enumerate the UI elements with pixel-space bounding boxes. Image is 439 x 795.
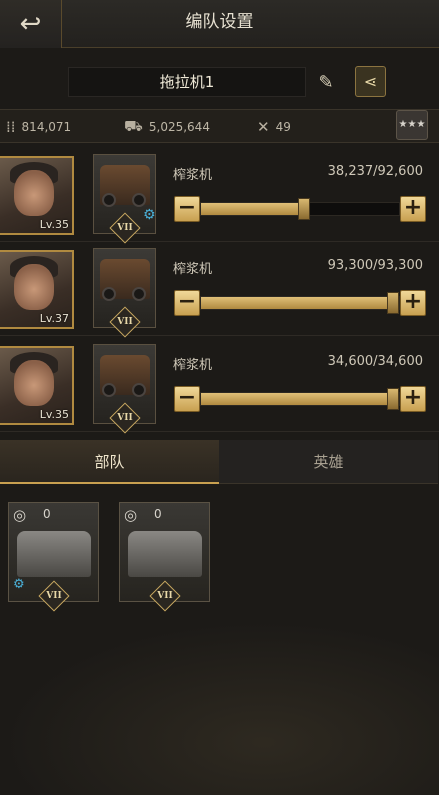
bullets-icon: ⁞⁞ [6, 118, 16, 136]
hero-level: Lv.37 [39, 312, 69, 325]
wheel [102, 383, 116, 397]
troop-card[interactable]: ◎ 0 ⚙ VII [8, 502, 99, 612]
hero-level: Lv.35 [39, 408, 69, 421]
truck-image [128, 531, 202, 577]
slider-handle[interactable] [387, 388, 399, 410]
slider-track[interactable] [200, 292, 400, 314]
hero-portrait[interactable]: Lv.35 [0, 346, 74, 425]
page-title: 编队设置 [185, 12, 254, 32]
truck-image [17, 531, 91, 577]
troop-slider[interactable]: − + [174, 386, 426, 412]
slider-track[interactable] [200, 198, 400, 220]
increase-button[interactable]: + [400, 290, 426, 316]
wheel [132, 193, 146, 207]
hero-face [14, 264, 54, 310]
slider-handle[interactable] [297, 198, 310, 220]
truck-icon: ⛟ [124, 117, 143, 135]
back-button[interactable]: ↩ [0, 0, 62, 48]
formation-name-field[interactable]: 拖拉机1 [68, 67, 306, 97]
rank-badge: VII [108, 402, 141, 434]
increase-button[interactable]: + [400, 196, 426, 222]
slider-fill [201, 297, 399, 309]
rank-label: VII [116, 317, 133, 327]
repair-value: 49 [275, 120, 291, 134]
troop-count: 0 [43, 507, 51, 521]
share-icon: ⋖ [363, 72, 378, 91]
gear-icon: ⚙ [143, 207, 156, 223]
ammo-stat: ⁞⁞ 814,071 [6, 110, 71, 144]
decrease-button[interactable]: − [174, 386, 200, 412]
rank-badge: VII [148, 580, 181, 612]
troop-slider[interactable]: − + [174, 196, 426, 222]
header-bar: ↩ 编队设置 [0, 0, 439, 48]
slider-fill [201, 393, 399, 405]
gear-icon: ⚙ [13, 577, 25, 592]
wrench-icon: ✕ [257, 118, 270, 136]
unit-count: 93,300/93,300 [327, 258, 423, 273]
wheel [132, 383, 146, 397]
stars-icon: ★★★ [398, 119, 426, 130]
hero-face [14, 360, 54, 406]
increase-button[interactable]: + [400, 386, 426, 412]
wheel [132, 287, 146, 301]
rank-label: VII [45, 591, 62, 601]
vehicle-card[interactable]: VII [93, 248, 156, 338]
unit-count: 34,600/34,600 [327, 354, 423, 369]
troop-card[interactable]: ◎ 0 VII [119, 502, 210, 612]
ammo-value: 814,071 [21, 120, 72, 134]
tab-bar: 部队 英雄 [0, 440, 439, 484]
wheel [102, 193, 116, 207]
back-arrow-icon: ↩ [19, 9, 42, 39]
wheel [102, 287, 116, 301]
pencil-icon: ✎ [318, 71, 334, 93]
formation-slot: Lv.37 VII 榨浆机 93,300/93,300 − + [0, 244, 439, 338]
slider-handle[interactable] [387, 292, 399, 314]
decrease-button[interactable]: − [174, 196, 200, 222]
tire-icon: ◎ [124, 506, 138, 524]
rank-label: VII [116, 223, 133, 233]
rank-label: VII [116, 413, 133, 423]
unit-name: 榨浆机 [173, 358, 213, 373]
vehicle-card[interactable]: VII [93, 344, 156, 434]
load-stat: ⛟ 5,025,644 [124, 110, 210, 144]
decrease-button[interactable]: − [174, 290, 200, 316]
troop-slider[interactable]: − + [174, 290, 426, 316]
stats-bar: ⁞⁞ 814,071 ⛟ 5,025,644 ✕ 49 [0, 109, 439, 143]
hero-portrait[interactable]: Lv.37 [0, 250, 74, 329]
slider-fill [201, 203, 304, 215]
rank-button[interactable]: ★★★ [396, 110, 428, 140]
tab-troops[interactable]: 部队 [0, 440, 219, 484]
background-glow [0, 620, 439, 795]
rank-badge: VII [37, 580, 70, 612]
load-value: 5,025,644 [148, 120, 210, 134]
share-button[interactable]: ⋖ [355, 66, 386, 97]
edit-name-button[interactable]: ✎ [312, 68, 340, 96]
rank-badge: VII [108, 306, 141, 338]
tire-icon: ◎ [13, 506, 27, 524]
unit-name: 榨浆机 [173, 262, 213, 277]
rank-badge: VII [108, 212, 141, 244]
troop-count: 0 [154, 507, 162, 521]
repair-stat: ✕ 49 [257, 110, 291, 144]
slider-track[interactable] [200, 388, 400, 410]
formation-slot: Lv.35 VII ⚙ 榨浆机 38,237/92,600 − + [0, 150, 439, 244]
unit-count: 38,237/92,600 [327, 164, 423, 179]
hero-portrait[interactable]: Lv.35 [0, 156, 74, 235]
formation-slot: Lv.35 VII 榨浆机 34,600/34,600 − + [0, 340, 439, 434]
tab-heroes[interactable]: 英雄 [219, 440, 438, 484]
unit-name: 榨浆机 [173, 168, 213, 183]
hero-face [14, 170, 54, 216]
hero-level: Lv.35 [39, 218, 69, 231]
rank-label: VII [156, 591, 173, 601]
